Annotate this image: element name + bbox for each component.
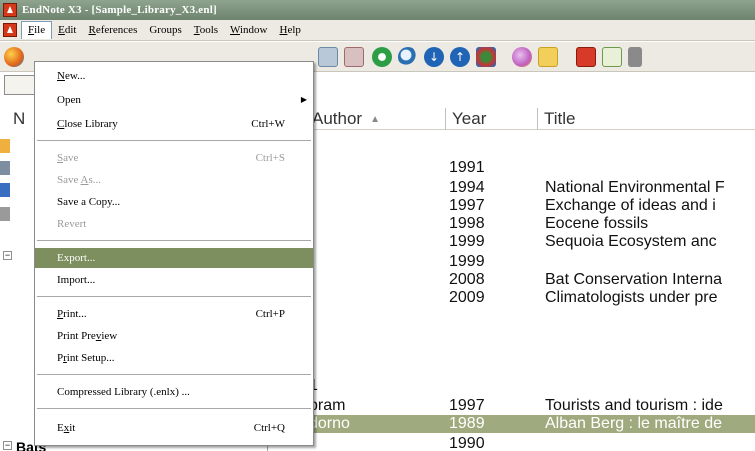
download-icon[interactable]: ↓	[424, 47, 444, 67]
column-year[interactable]: Year	[445, 108, 537, 130]
reference-row[interactable]: 1994 National Environmental F	[269, 179, 755, 197]
menu-groups[interactable]: Groups	[143, 22, 187, 39]
menu-separator	[37, 140, 311, 141]
connect-icon[interactable]	[512, 47, 532, 67]
insert-citation-icon[interactable]	[576, 47, 596, 67]
reference-row[interactable]: 2009 Climatologists under pre	[269, 289, 755, 307]
menu-item-save-as[interactable]: Save As...	[35, 170, 313, 190]
trash-icon[interactable]	[0, 207, 10, 221]
menu-item-print[interactable]: Print... Ctrl+P	[35, 304, 313, 324]
menu-separator	[37, 240, 311, 241]
collapse-toggle-icon[interactable]: −	[3, 251, 12, 260]
reference-row[interactable]: 1999	[269, 253, 755, 271]
menu-help[interactable]: Help	[274, 22, 307, 39]
tools-icon[interactable]	[628, 47, 642, 67]
title-bar: EndNote X3 - [Sample_Library_X3.enl]	[0, 0, 755, 20]
collapse-toggle-icon[interactable]: −	[3, 441, 12, 450]
menu-item-save-a-copy[interactable]: Save a Copy...	[35, 192, 313, 212]
online-search-icon[interactable]	[476, 47, 496, 67]
menu-item-export[interactable]: Export...	[35, 248, 313, 268]
reference-row[interactable]: 1997 Exchange of ideas and i	[269, 197, 755, 215]
upload-icon[interactable]: ↑	[450, 47, 470, 67]
reference-row[interactable]: 2008 Bat Conservation Interna	[269, 271, 755, 289]
all-references-icon[interactable]	[0, 139, 10, 153]
menu-item-revert[interactable]: Revert	[35, 214, 313, 234]
menu-item-new[interactable]: New...	[35, 66, 313, 86]
menu-bar: File Edit References Groups Tools Window…	[0, 20, 755, 41]
menu-separator	[37, 374, 311, 375]
reference-row[interactable]: bram 1997 Tourists and tourism : ide	[269, 397, 755, 415]
menu-item-save[interactable]: Save Ctrl+S	[35, 148, 313, 168]
menu-separator	[37, 408, 311, 409]
menu-item-exit[interactable]: Exit Ctrl+Q	[35, 418, 313, 438]
format-bibliography-icon[interactable]	[602, 47, 622, 67]
sort-ascending-icon: ▲	[370, 113, 380, 125]
menu-item-open[interactable]: Open ▶	[35, 90, 313, 110]
reference-row[interactable]	[269, 327, 755, 345]
menu-item-print-setup[interactable]: Print Setup...	[35, 348, 313, 368]
unfiled-icon[interactable]	[0, 183, 10, 197]
reference-row[interactable]: 1998 Eocene fossils	[269, 215, 755, 233]
reference-row[interactable]: 1991	[269, 159, 755, 177]
search-results-icon[interactable]	[0, 161, 10, 175]
open-folder-icon[interactable]	[538, 47, 558, 67]
menu-references[interactable]: References	[82, 22, 143, 39]
column-author[interactable]: Author ▲	[305, 108, 445, 130]
reference-row[interactable]: 1990	[269, 435, 755, 451]
menu-tools[interactable]: Tools	[188, 22, 224, 39]
document-menu-icon[interactable]	[3, 23, 17, 37]
menu-separator	[37, 296, 311, 297]
reference-list[interactable]: 1991 1994 National Environmental F 1997 Ex…	[269, 131, 755, 451]
add-group-icon[interactable]	[372, 47, 392, 67]
reference-row[interactable]: 1	[269, 377, 755, 395]
submenu-arrow-icon: ▶	[300, 95, 307, 104]
edit-reference-icon[interactable]	[344, 47, 364, 67]
column-first[interactable]: N	[7, 108, 27, 130]
menu-file[interactable]: File	[21, 21, 53, 39]
menu-item-compressed-library[interactable]: Compressed Library (.enlx) ...	[35, 382, 313, 402]
menu-item-import[interactable]: Import...	[35, 270, 313, 290]
endnote-app-icon	[3, 3, 17, 17]
file-menu-dropdown: New... Open ▶ Close Library Ctrl+W Save Ctr…	[34, 61, 314, 446]
reference-row[interactable]: 1999 Sequoia Ecosystem anc	[269, 233, 755, 251]
menu-item-close-library[interactable]: Close Library Ctrl+W	[35, 114, 313, 134]
reference-row-selected[interactable]: dorno 1989 Alban Berg : le maître de	[269, 415, 755, 433]
menu-item-print-preview[interactable]: Print Preview	[35, 326, 313, 346]
web-search-icon[interactable]	[4, 47, 24, 67]
find-icon[interactable]	[398, 47, 418, 67]
menu-window[interactable]: Window	[224, 22, 273, 39]
reference-list-header: N Author ▲ Year Title	[13, 108, 755, 130]
new-reference-icon[interactable]	[318, 47, 338, 67]
menu-edit[interactable]: Edit	[52, 22, 82, 39]
window-title: EndNote X3 - [Sample_Library_X3.enl]	[22, 4, 217, 16]
column-title[interactable]: Title	[537, 108, 755, 130]
